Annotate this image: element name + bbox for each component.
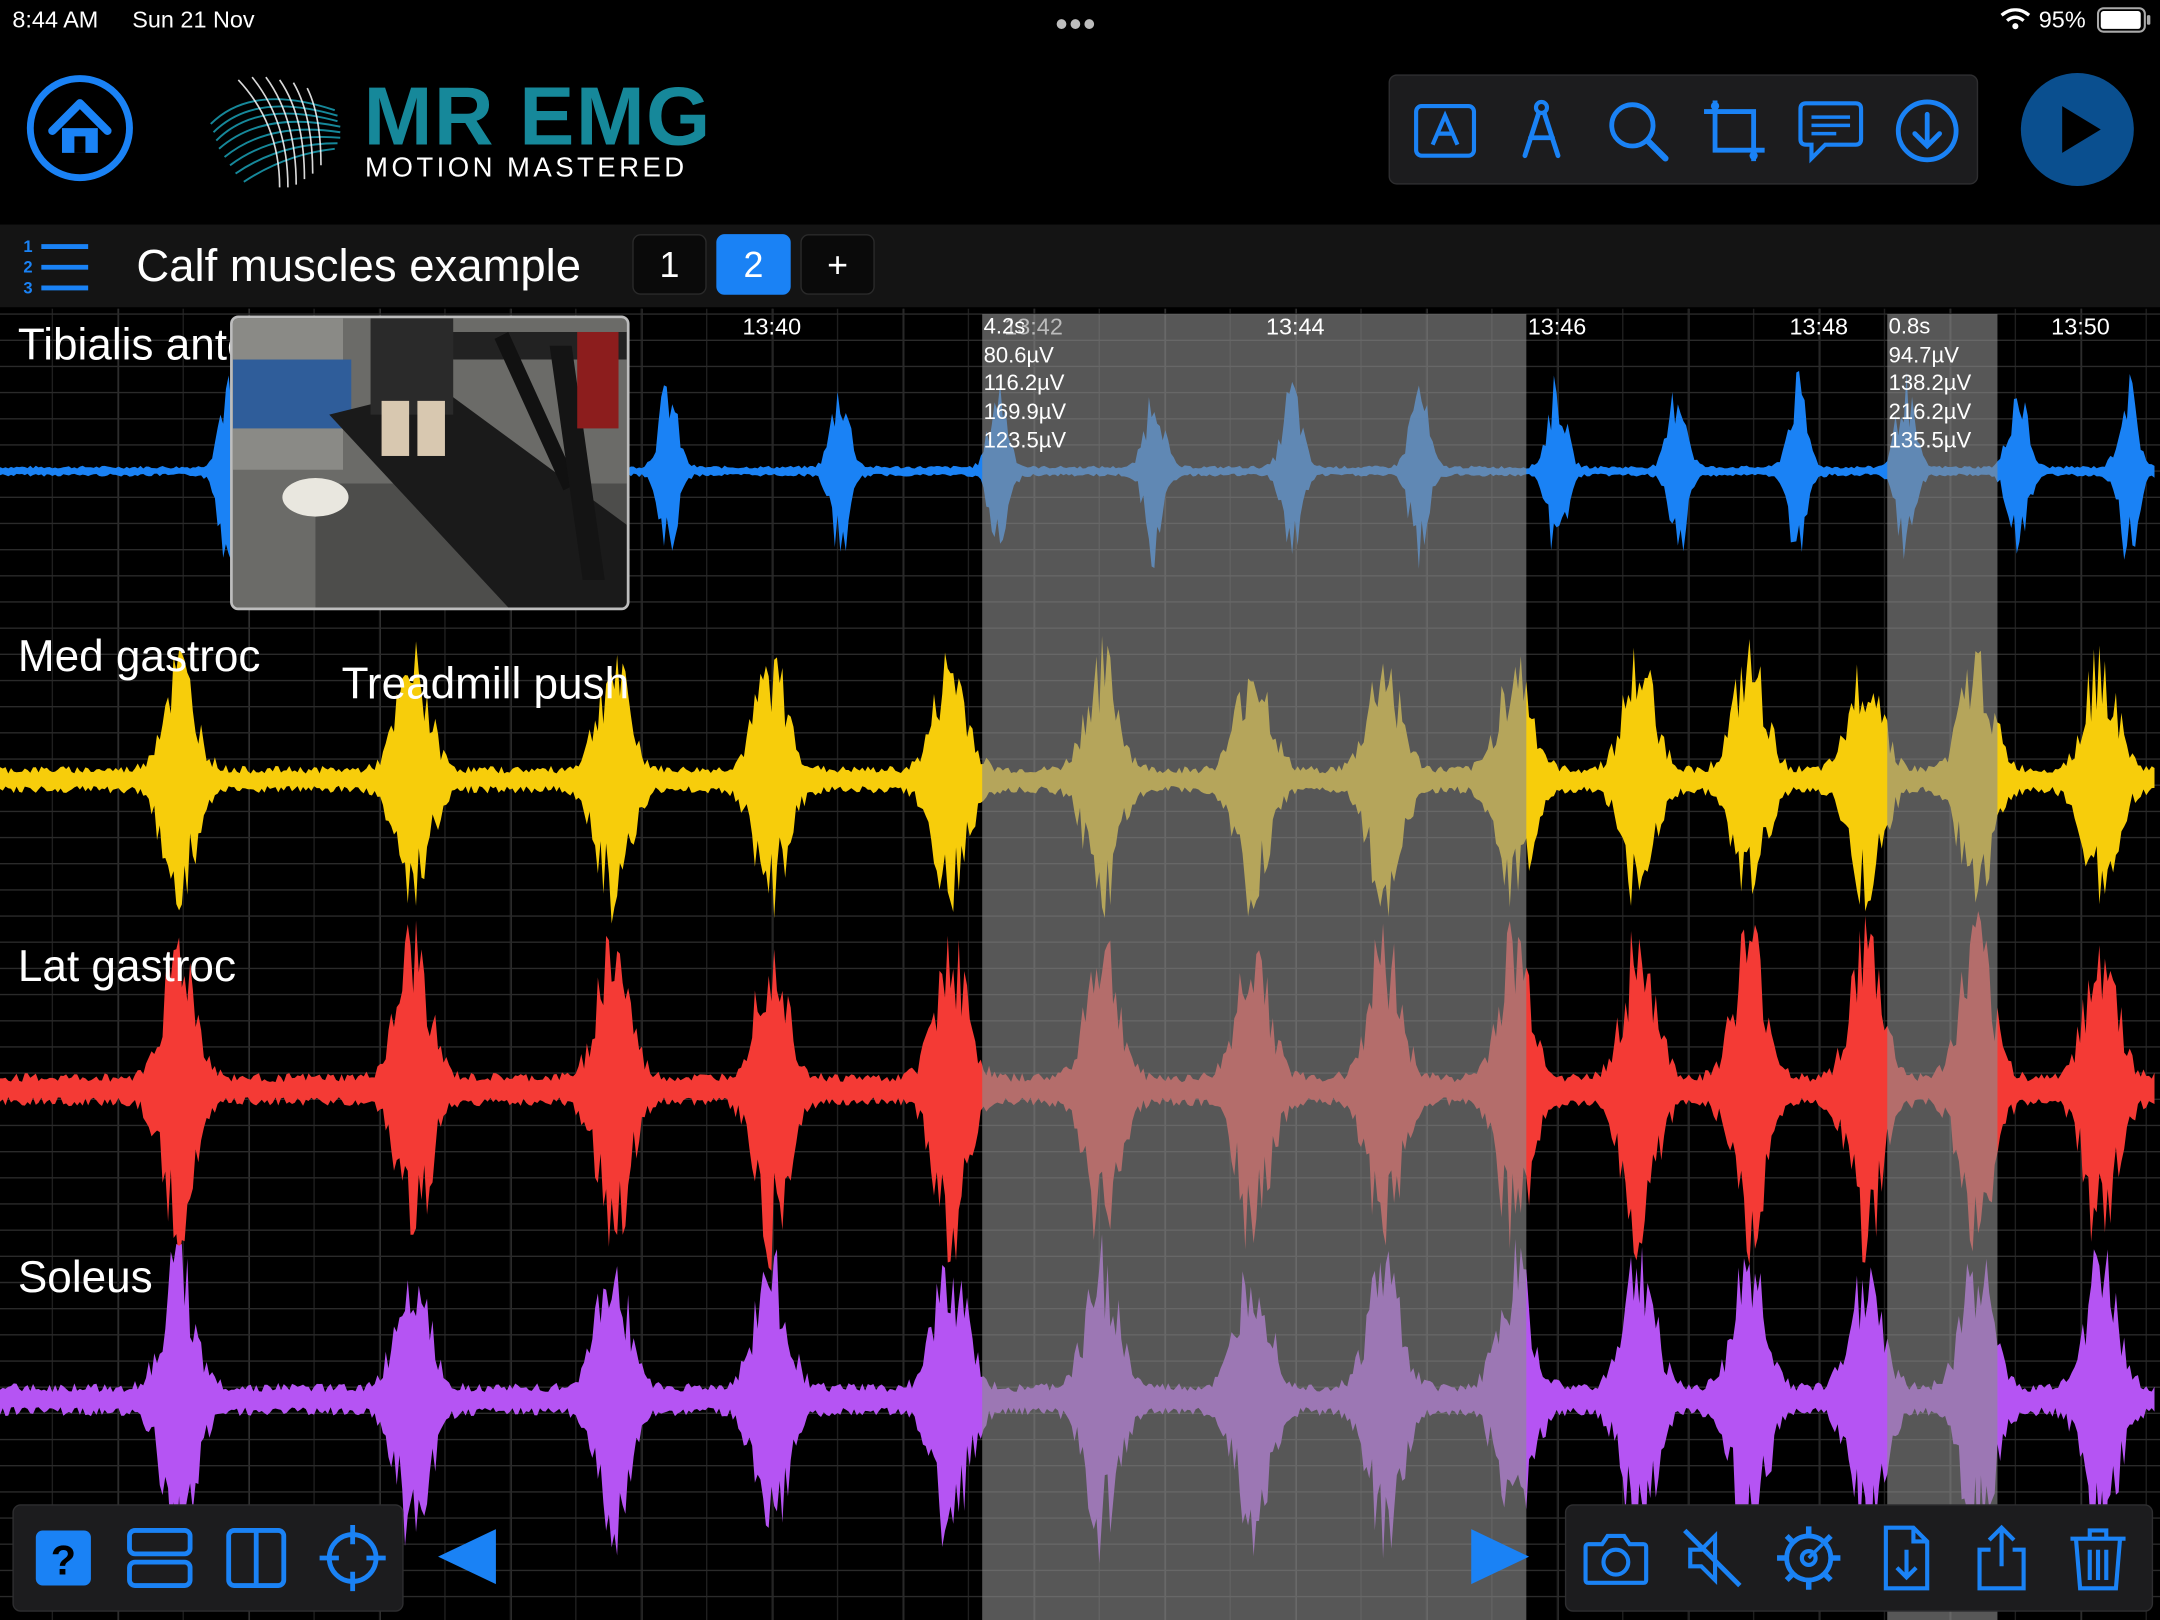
selection-region-a[interactable] [982,314,1527,1620]
help-button[interactable]: ? [28,1522,100,1594]
time-label: 13:50 [2051,314,2110,341]
play-icon [2062,106,2101,153]
search-button[interactable] [1602,95,1674,167]
compass-button[interactable] [1506,95,1578,167]
bottom-right-toolbar [1564,1504,2154,1612]
home-button[interactable] [25,73,135,183]
page-tab-2[interactable]: 2 [716,234,791,295]
help-icon: ? [35,1530,91,1586]
time-label: 13:48 [1789,314,1849,341]
export-file-icon [1883,1525,1930,1591]
add-page-button[interactable]: + [800,234,875,295]
crop-icon [1704,100,1765,162]
selection-value: 123.5µV [983,429,1067,453]
svg-text:3: 3 [23,278,32,297]
export-file-button[interactable] [1869,1522,1941,1594]
status-time: 8:44 AM [12,6,99,34]
camera-icon [1583,1533,1649,1585]
selection-value: 169.9µV [983,401,1067,425]
compass-icon [1522,99,1561,159]
time-label: 13:40 [742,314,802,341]
stacked-layout-icon [127,1528,193,1588]
search-icon [1609,102,1669,162]
selection-value: 135.5µV [1888,429,1972,453]
recording-title: Calf muscles example [136,239,582,291]
mute-button[interactable] [1676,1522,1748,1594]
svg-text:2: 2 [23,258,32,277]
share-icon [1977,1524,2026,1591]
time-label: 13:44 [1265,314,1325,341]
delete-button[interactable] [2062,1522,2134,1594]
page-tab-1[interactable]: 1 [632,234,707,295]
comment-icon [1798,101,1864,164]
selection-duration: 0.8s [1888,315,1931,339]
video-thumbnail[interactable] [230,315,630,611]
selection-a-readout: 4.2s 80.6µV 116.2µV 169.9µV 123.5µV [984,314,1067,457]
crop-button[interactable] [1699,95,1771,167]
download-icon [1895,99,1959,163]
treadmill-video-frame [232,318,627,608]
crosshair-icon [319,1524,386,1592]
bottom-left-toolbar: ? [12,1504,404,1612]
event-marker-label[interactable]: Treadmill push [342,658,629,709]
stacked-layout-button[interactable] [124,1522,196,1594]
brand-logo [210,76,341,188]
wifi-icon [2000,8,2031,30]
text-annotation-icon [1414,104,1477,158]
svg-text:?: ? [51,1538,76,1584]
selection-value: 138.2µV [1888,372,1972,396]
share-button[interactable] [1966,1522,2038,1594]
mute-icon [1683,1528,1742,1588]
selection-duration: 4.2s [983,315,1026,339]
download-button[interactable] [1891,95,1963,167]
channel-label-lat-gastroc: Lat gastroc [17,940,236,991]
home-icon [26,75,133,182]
svg-text:1: 1 [23,237,32,256]
channel-label-soleus: Soleus [17,1252,153,1302]
battery-icon [2096,7,2151,33]
camera-button[interactable] [1580,1522,1652,1594]
scroll-left-arrow-icon[interactable] [435,1526,498,1587]
settings-icon [1777,1526,1841,1590]
status-date: Sun 21 Nov [132,6,255,34]
top-toolbar [1388,74,1979,185]
selection-region-b[interactable] [1887,314,1998,1620]
time-label: 13:46 [1527,314,1587,341]
selection-b-readout: 0.8s 94.7µV 138.2µV 216.2µV 135.5µV [1889,314,1972,457]
numbered-list-icon: 1 2 3 [23,237,89,297]
trash-icon [2070,1528,2126,1591]
brand-tagline: MOTION MASTERED [365,152,688,184]
text-annotation-button[interactable] [1409,95,1481,167]
multitasking-dots-icon[interactable]: ••• [1055,3,1097,46]
play-button[interactable] [2020,73,2134,186]
recordings-list-button[interactable]: 1 2 3 [19,234,91,297]
comment-button[interactable] [1795,95,1867,167]
selection-value: 80.6µV [983,343,1054,368]
crosshair-button[interactable] [317,1522,389,1594]
selection-value: 94.7µV [1888,343,1959,368]
battery-percent: 95% [2038,6,2086,34]
scroll-right-arrow-icon[interactable] [1468,1526,1531,1587]
channel-label-med-gastroc: Med gastroc [17,630,261,681]
split-layout-icon [226,1528,287,1588]
split-layout-button[interactable] [220,1522,292,1594]
selection-value: 216.2µV [1888,401,1972,425]
selection-value: 116.2µV [983,372,1065,396]
settings-button[interactable] [1773,1522,1845,1594]
brand-name: MR EMG [363,70,712,163]
